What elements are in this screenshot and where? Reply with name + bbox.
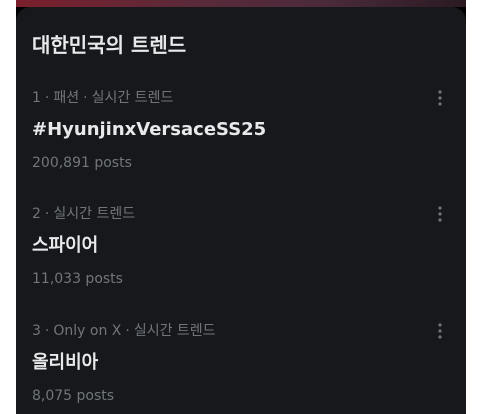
more-options-button[interactable] [430, 203, 450, 225]
trend-item[interactable]: 3 · Only on X · 실시간 트렌드 올리비아 8,075 posts [16, 318, 466, 414]
trend-post-count: 200,891 posts [32, 155, 132, 171]
trend-rank: 2 [32, 206, 41, 222]
more-vertical-icon [438, 323, 442, 339]
separator: · [125, 323, 130, 339]
trend-context: 2 · 실시간 트렌드 [32, 205, 135, 223]
more-options-button[interactable] [430, 87, 450, 109]
separator: · [83, 90, 88, 106]
trend-context: 3 · Only on X · 실시간 트렌드 [32, 322, 216, 340]
more-vertical-icon [438, 90, 442, 106]
section-title: 대한민국의 트렌드 [32, 33, 187, 57]
trend-label: 실시간 트렌드 [91, 90, 174, 106]
separator: · [44, 206, 50, 222]
trend-name: #HyunjinxVersaceSS25 [32, 119, 267, 140]
trend-item[interactable]: 1 · 패션 · 실시간 트렌드 #HyunjinxVersaceSS25 200,89… [16, 85, 466, 195]
trend-rank: 1 [32, 90, 41, 106]
trend-category: 패션 [53, 90, 80, 106]
background-media-strip [16, 0, 466, 7]
trends-panel: 대한민국의 트렌드 1 · 패션 · 실시간 트렌드 #HyunjinxVersaceS… [16, 7, 466, 414]
trend-item[interactable]: 2 · 실시간 트렌드 스파이어 11,033 posts [16, 201, 466, 311]
trend-name: 스파이어 [32, 235, 99, 256]
trend-post-count: 8,075 posts [32, 388, 115, 404]
trend-name: 올리비아 [32, 352, 99, 373]
trend-post-count: 11,033 posts [32, 271, 123, 287]
separator: · [44, 323, 50, 339]
more-options-button[interactable] [430, 320, 450, 342]
trend-label: 실시간 트렌드 [133, 323, 216, 339]
more-vertical-icon [438, 206, 442, 222]
trends-screen: 대한민국의 트렌드 1 · 패션 · 실시간 트렌드 #HyunjinxVersaceS… [16, 0, 466, 414]
trend-context: 1 · 패션 · 실시간 트렌드 [32, 89, 173, 107]
trend-rank: 3 [32, 323, 41, 339]
trend-category: Only on X [53, 323, 122, 339]
separator: · [44, 90, 50, 106]
trend-label: 실시간 트렌드 [53, 206, 136, 222]
